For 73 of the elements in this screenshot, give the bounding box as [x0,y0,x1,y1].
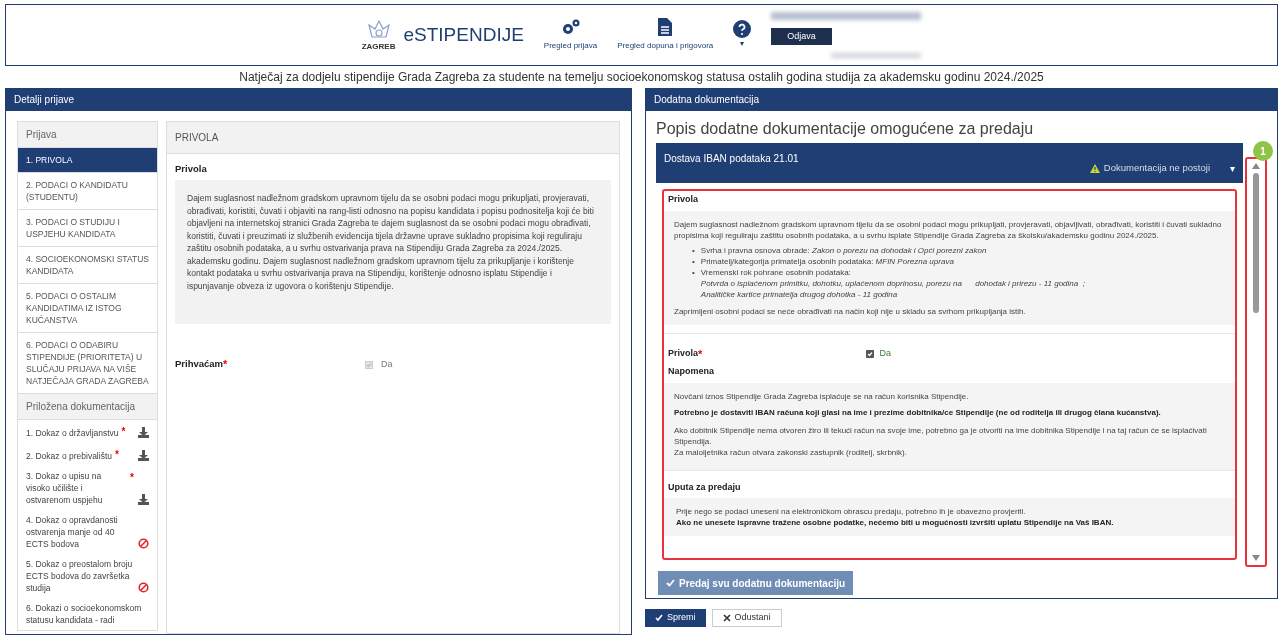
accordion-title: Dostava IBAN podataka 21.01 [664,152,799,166]
required-asterisk: * [130,471,134,485]
bullet-text: Vremenski rok pohrane osobnih podataka: [700,267,851,277]
caret-icon[interactable]: ▾ [1230,161,1235,176]
gears-icon [560,18,581,36]
info-text: Ako ne unesete ispravne tražene osobne podatke, nećemo biti u mogućnosti izvršiti uplatu Stipendije na Vaš IBAN. [676,517,1115,528]
required-asterisk: * [223,357,229,373]
cancel-button[interactable]: Odustani [711,609,782,627]
detail-text: Analitičke kartice primatelja drugog dohotka - 11 godina [700,288,899,300]
required-asterisk: * [698,346,703,362]
sidebar-heading: Prijava [18,122,157,148]
bullet-marker: • [692,255,695,267]
section-heading: Popis dodatne dokumentacije omogućene za predaju [655,119,1035,139]
required-asterisk: * [121,425,126,439]
bullet-marker: • [692,244,695,256]
help-caret[interactable]: ▾ [740,38,745,50]
info-text: Ako dobitnik Stipendije nema otvoren žiro ili tekući račun na svoje ime, potrebno ga je otvoriti na ime dobitnika Stipendije i na taj račun će se isplaćivati Stipendija. [674,424,1208,447]
info-text: Za maloljetnika račun otvara zakonski zastupnik (roditelj, skrbnik). [674,446,908,458]
prohibited-icon [138,582,149,593]
download-icon [138,427,149,438]
sidebar-heading: Priložena dokumentacija [18,394,157,420]
document-item[interactable]: 4. Dokaz o opravdanosti ostvarenja manje od 40 ECTS bodova [26,514,134,550]
close-icon [722,614,731,622]
nav-link[interactable]: Pregled prijava [543,18,598,52]
document-item[interactable]: 6. Dokazi o socioekonomskom statusu kandidata - radi [26,602,149,626]
consent-checkbox[interactable]: Da [866,347,891,361]
scrollbar-thumb[interactable] [1253,173,1259,313]
checkmark-icon [666,579,675,587]
section-title: Privola [667,193,699,206]
help-icon [733,20,752,38]
checkmark-icon [867,350,874,357]
annotation-badge: 1 [1253,141,1273,161]
scroll-down-icon [1252,555,1260,561]
bullet-marker: • [692,266,695,279]
checkmark-icon [655,614,663,622]
bullet-text: Primatelj/kategorija primatelja osobnih podataka: MFIN Porezna uprava [700,256,954,266]
section-title: Privola [175,162,208,176]
info-text: Prije nego se podaci uneseni na elektroničkom obrascu predaju, potrebno ih je obavezno provjeriti. [676,506,1027,517]
app-title: eSTIPENDIJE [403,22,524,47]
consent-text: Dajem suglasnost nadležnom gradskom upravnom tijelu da se osobni podaci mogu prikupljati, provjeravati, obrađivati, koristiti, čuvati i objaviti na rang-listi odnosno na popisu kandidata i popisu podnositelja koji će biti objavljeni na internetskoj stranici Grada Zagreba te dajem suglasnost da se osobni podaci mogu obrađivati, koristiti, čuvati i preuzimati iz službenih evidencija tijela državne uprave sukladno propisima koji reguliraju zaštitu osobnih podataka, a u svrhu ostvarivanja prava na Stipendiju Grada Zagreba za 2024./2025. akademsku godinu. Dajem suglasnost nadležnom gradskom upravnom tijelu za prikupljanje i korištenje kontakt podataka u svrhu ostvarivanja prava na Stipendiju, korištenje odnosno isplatu Stipendije i ispunjavanje obveza iz ugovora o korištenju Stipendije. [175,180,611,325]
info-text: Potrebno je dostaviti IBAN računa koji glasi na ime i prezime dobitnika/ce Stipendije (ne od roditelja ili drugog člana kućanstva). [674,406,1162,418]
field-label: Prihvaćam [175,357,224,372]
scrollbar[interactable] [1252,163,1260,561]
warning-icon [1089,164,1100,173]
download-icon [138,450,149,461]
section-title: Napomena [667,365,715,378]
logout-button[interactable]: Odjava [771,27,832,46]
checkmark-icon [366,361,373,368]
status-text: Dokumentacija ne postoji [1103,161,1210,176]
detail-text: Potvrda o isplaćenom primitku, dohotku, uplaćenom doprinosu, porezu na dohodak i prirezu - 11 godina ; [700,277,1085,289]
document-item[interactable]: 3. Dokaz o upisu na visoko učilište i ostvarenom uspjehu [26,470,128,506]
form-title: PRIVOLA [167,122,619,154]
field-label: Privola [668,347,698,360]
logo-caption: ZAGREB [361,43,396,51]
document-icon [658,18,673,36]
scroll-up-icon [1252,163,1260,169]
nav-link[interactable]: Pregled dopuna i prigovora [617,18,714,52]
panel-title: Detalji prijave [6,89,631,111]
document-item[interactable]: 1. Dokaz o državljanstvu [26,427,119,439]
save-button[interactable]: Spremi [645,609,706,627]
accordion-header[interactable]: Dostava IBAN podataka 21.01 Dokumentacija ne postoji ▾ [656,143,1243,183]
document-item[interactable]: 2. Dokaz o prebivalištu [26,450,112,462]
required-asterisk: * [115,448,119,462]
info-text: Novčani iznos Stipendije Grada Zagreba isplaćuje se na račun korisnika Stipendije. [674,390,970,402]
bullet-text: Svrha i pravna osnova obrade: Zakon o porezu na dohodak i Opći porezni zakon [700,245,987,255]
consent-text: Dajem suglasnost nadležnom gradskom upravnom tijelu da se osobni podaci mogu prikupljati, provjeravati, objavljivati, obrađivati, koristiti i čuvati sukladno propisima koji reguliraju zaštitu osobnih podataka, a u svrhu isplate Stipendije Grada Zagreba za školsku/akademsku godinu 2024./2025. [674,218,1223,241]
download-icon [138,494,149,505]
document-item[interactable]: 5. Dokaz o preostalom broju ECTS bodova do završetka studija [26,558,134,594]
info-text: Zaprimljeni osobni podaci se neće obrađivati na način koji nije u skladu sa svrhom prikupljanja istih. [674,305,1027,317]
page-title: Natječaj za dodjelu stipendije Grada Zagreba za studente na temelju socioekonomskog statusa ostalih godina studija za akademsku godinu 2024./2025 [238,69,1045,86]
prohibited-icon [138,538,149,549]
sidebar-item[interactable]: 1. PRIVOLA [18,148,157,173]
panel-title: Dodatna dokumentacija [646,89,1277,111]
